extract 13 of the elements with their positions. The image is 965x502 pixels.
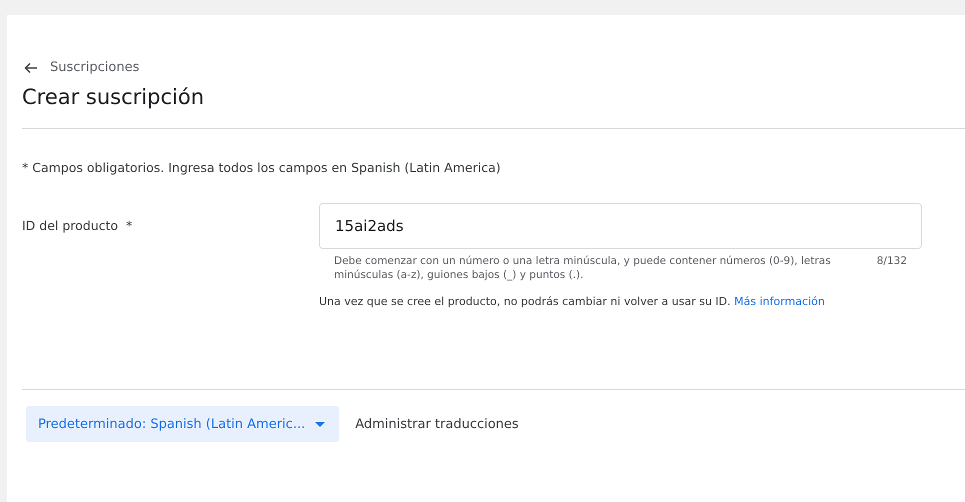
page-title: Crear suscripción [22, 85, 206, 109]
product-id-field[interactable]: 15ai2ads [319, 203, 922, 249]
more-info-link[interactable]: Más información [734, 295, 825, 308]
id-notice: Una vez que se cree el producto, no podrás cambiar ni volver a usar su ID. [319, 295, 731, 308]
required-note: * Campos obligatorios. Ingresa todos los campos en Spanish (Latin America) [22, 160, 502, 175]
language-dropdown[interactable]: Predeterminado: Spanish (Latin Americ... [26, 406, 340, 442]
field-hint: Debe comenzar con un número o una letra minúscula, y puede contener números (0-9), letras minúsculas (a-z), guiones bajos (_) y puntos (.). [334, 254, 832, 282]
field-label: ID del producto * [22, 217, 134, 235]
character-counter: 8/132 [876, 254, 907, 269]
dropdown-caret-icon [315, 422, 326, 426]
manage-translations-button[interactable]: Administrar traducciones [355, 416, 519, 432]
back-arrow-icon [24, 62, 38, 74]
back-link[interactable]: Suscripciones [22, 60, 140, 75]
